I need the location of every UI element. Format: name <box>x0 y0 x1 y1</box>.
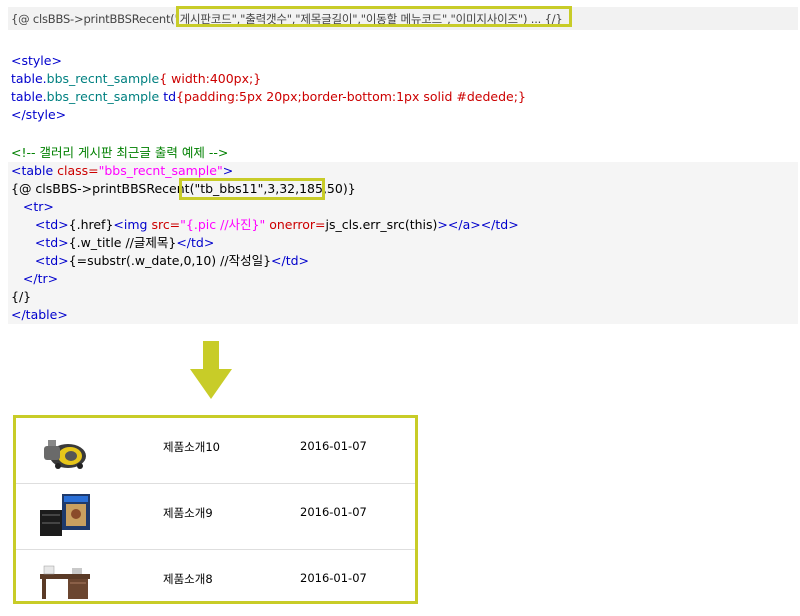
post-title[interactable]: 제품소개10 <box>163 439 220 455</box>
css-class: bbs_recnt_sample <box>46 71 160 86</box>
vacuum-cleaner-image[interactable] <box>38 426 92 472</box>
td-close-tag: </td> <box>176 235 215 250</box>
css-td-selector: td <box>159 89 177 104</box>
td-close-tag: </td> <box>271 253 310 268</box>
onerror-attr: onerror= <box>265 217 326 232</box>
style-close-tag: </style> <box>11 107 67 122</box>
td-tag: <td> <box>34 235 69 250</box>
loop-close: {/} <box>11 289 32 304</box>
date-var: {=substr(.w_date,0,10) //작성일} <box>68 253 272 268</box>
call-args-highlight <box>179 178 325 200</box>
post-date: 2016-01-07 <box>300 571 367 585</box>
demo-output-box: 제품소개10 2016-01-07 제품소개9 2016-01-07 제품소개8… <box>13 415 418 604</box>
post-date: 2016-01-07 <box>300 439 367 453</box>
post-title[interactable]: 제품소개8 <box>163 571 213 587</box>
table-row: 제품소개9 2016-01-07 <box>16 484 415 550</box>
onerror-value: js_cls.err_src(this) <box>325 217 438 232</box>
tr-open-tag: <tr> <box>22 199 54 214</box>
title-var: {.w_title //글제목} <box>68 235 177 250</box>
call-suffix: )} <box>342 181 356 196</box>
close-tags: ></a></td> <box>437 217 519 232</box>
class-value: "bbs_recnt_sample" <box>98 163 223 178</box>
game-console-image[interactable] <box>38 492 92 538</box>
desk-furniture-image[interactable] <box>38 558 92 604</box>
css-rule: { width:400px;} <box>159 71 262 86</box>
href-var: {.href} <box>68 217 114 232</box>
td-tag: <td> <box>34 217 69 232</box>
css-rule: {padding:5px 20px;border-bottom:1px soli… <box>176 89 526 104</box>
src-attr: src= <box>151 217 181 232</box>
syntax-params-highlight <box>176 6 572 27</box>
css-code-block: <style> table.bbs_recnt_sample{ width:40… <box>11 52 526 124</box>
syntax-prefix: {@ clsBBS->printBBSRecent( <box>11 12 175 26</box>
td-tag: <td> <box>34 253 69 268</box>
class-attr: class= <box>57 163 99 178</box>
table-close-tag: </table> <box>11 307 68 322</box>
table-row: 제품소개10 2016-01-07 <box>16 418 415 484</box>
table-open-tag: <table <box>11 163 58 178</box>
call-prefix: {@ clsBBS->printBBSRecent( <box>11 181 195 196</box>
post-date: 2016-01-07 <box>300 505 367 519</box>
style-open-tag: <style> <box>11 53 62 68</box>
down-arrow-icon <box>190 341 232 399</box>
post-title[interactable]: 제품소개9 <box>163 505 213 521</box>
css-class: bbs_recnt_sample <box>46 89 160 104</box>
tag-end: > <box>222 163 234 178</box>
table-row: 제품소개8 2016-01-07 <box>16 550 415 616</box>
css-selector: table. <box>11 89 47 104</box>
tr-close-tag: </tr> <box>22 271 59 286</box>
code-comment: <!-- 갤러리 게시판 최근글 출력 예제 --> <box>11 145 229 160</box>
template-code-block: <!-- 갤러리 게시판 최근글 출력 예제 --> <table class=… <box>11 144 519 324</box>
css-selector: table. <box>11 71 47 86</box>
img-tag: <img <box>113 217 152 232</box>
src-value: "{.pic //사진}" <box>180 217 266 232</box>
